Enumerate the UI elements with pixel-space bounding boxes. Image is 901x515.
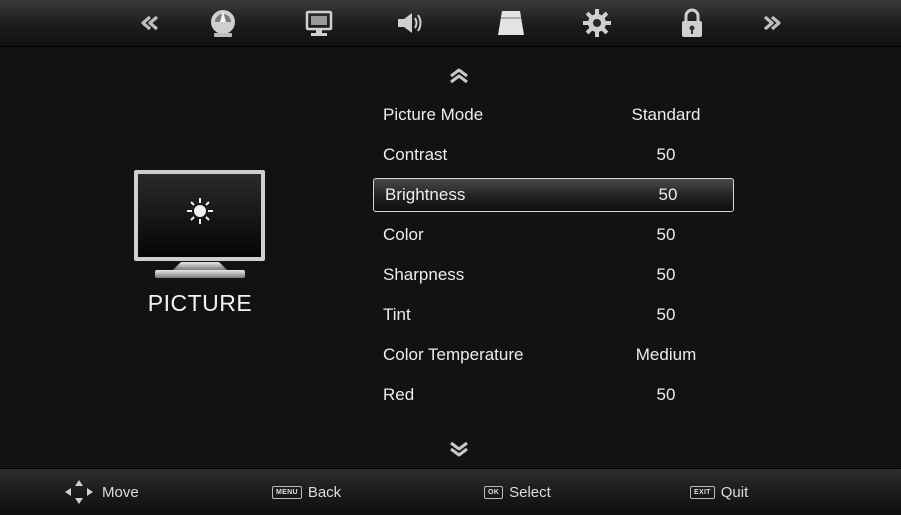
menu-row-tint[interactable]: Tint 50 <box>372 298 736 332</box>
menu-row-color-temperature[interactable]: Color Temperature Medium <box>372 338 736 372</box>
back-label: Back <box>307 483 342 501</box>
menu-row-label: Brightness <box>385 185 466 204</box>
quit-hint: EXIT Quit <box>690 469 748 515</box>
prev-page-icon[interactable] <box>132 5 168 41</box>
picture-settings-menu: Picture Mode Standard Contrast 50 Brightness… <box>372 98 736 418</box>
channel-satellite-icon[interactable] <box>205 5 241 41</box>
sound-icon[interactable] <box>393 5 429 41</box>
menu-row-label: Tint <box>383 305 411 324</box>
next-page-icon[interactable] <box>754 5 790 41</box>
category-label: PICTURE <box>147 290 253 316</box>
menu-row-value: 50 <box>658 185 678 204</box>
select-label: Select <box>509 483 551 501</box>
menu-row-picture-mode[interactable]: Picture Mode Standard <box>372 98 736 132</box>
move-hint: Move <box>62 469 139 515</box>
menu-row-label: Picture Mode <box>383 105 484 124</box>
menu-row-red[interactable]: Red 50 <box>372 378 736 412</box>
ok-key-icon: OK <box>484 485 504 499</box>
menu-row-brightness[interactable]: Brightness 50 <box>373 178 734 212</box>
select-hint: OK Select <box>484 469 551 515</box>
menu-row-value: 50 <box>656 225 676 244</box>
menu-row-color[interactable]: Color 50 <box>372 218 736 252</box>
menu-row-value: 50 <box>656 145 676 164</box>
move-label: Move <box>102 483 139 501</box>
menu-row-value: 50 <box>656 265 676 284</box>
bottom-hint-bar: Move MENU Back OK Select EXIT Quit <box>0 468 901 515</box>
menu-key-icon: MENU <box>272 485 302 499</box>
top-menu-bar <box>0 0 901 47</box>
menu-row-value: 50 <box>656 305 676 324</box>
quit-label: Quit <box>720 483 749 501</box>
lock-icon[interactable] <box>674 5 710 41</box>
settings-gear-icon[interactable] <box>579 5 615 41</box>
main-panel: PICTURE Picture Mode Standard Contrast 50 Br… <box>0 47 901 467</box>
menu-row-label: Red <box>383 385 415 404</box>
menu-row-value: Medium <box>635 345 697 364</box>
menu-row-contrast[interactable]: Contrast 50 <box>372 138 736 172</box>
picture-adjust-icon[interactable] <box>493 5 529 41</box>
menu-row-value: 50 <box>656 385 676 404</box>
picture-tv-icon <box>133 169 267 281</box>
move-arrows-icon <box>65 480 93 504</box>
back-hint: MENU Back <box>272 469 341 515</box>
menu-row-sharpness[interactable]: Sharpness 50 <box>372 258 736 292</box>
menu-row-label: Contrast <box>383 145 448 164</box>
menu-row-label: Sharpness <box>383 265 465 284</box>
menu-row-label: Color Temperature <box>383 345 524 364</box>
menu-row-value: Standard <box>631 105 701 124</box>
menu-row-label: Color <box>383 225 424 244</box>
picture-icon[interactable] <box>301 5 337 41</box>
scroll-up-icon[interactable] <box>446 67 472 85</box>
exit-key-icon: EXIT <box>690 485 715 499</box>
scroll-down-icon[interactable] <box>446 440 472 458</box>
